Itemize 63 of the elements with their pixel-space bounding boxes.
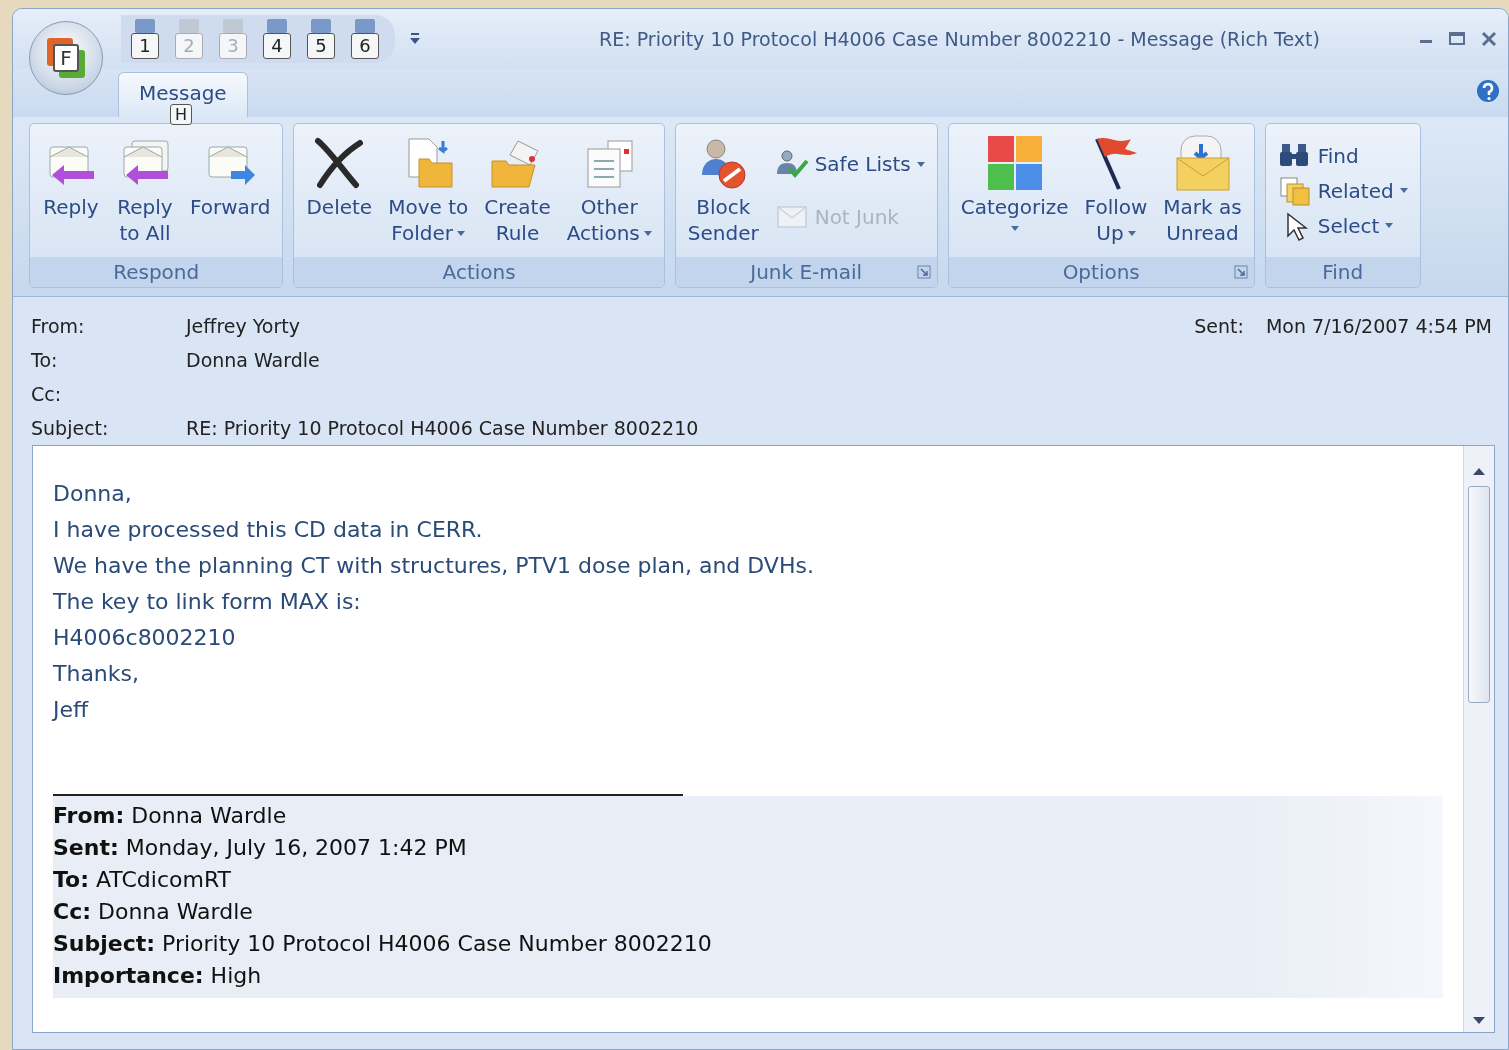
- ribbon-button[interactable]: Select: [1277, 209, 1408, 242]
- quoted-field: To: ATCdicomRT: [53, 864, 1443, 896]
- caret-icon: [1399, 188, 1408, 193]
- scrollbar[interactable]: [1463, 446, 1494, 1032]
- scroll-thumb[interactable]: [1468, 486, 1490, 703]
- ribbon-button[interactable]: Block Sender: [681, 128, 765, 257]
- group-label: Actions: [442, 260, 516, 284]
- ribbon-button[interactable]: Find: [1277, 139, 1408, 172]
- dialog-launcher-icon[interactable]: [1233, 265, 1248, 279]
- message-line: H4006c8002210: [53, 624, 237, 652]
- group-label: Junk E-mail: [750, 260, 863, 284]
- message-line: I have processed this CD data in CERR.: [53, 516, 484, 544]
- quoted-field: From: Donna Wardle: [53, 800, 1443, 832]
- close-icon[interactable]: [1480, 30, 1498, 48]
- scroll-up-icon[interactable]: [1471, 466, 1487, 476]
- field-value: Donna Wardle: [186, 349, 320, 373]
- quoted-field: Sent: Monday, July 16, 2007 1:42 PM: [53, 832, 1443, 864]
- ribbon-button[interactable]: Related: [1277, 174, 1408, 207]
- caret-icon: [916, 161, 925, 167]
- field-label: Cc:: [31, 383, 63, 407]
- customize-icon[interactable]: [409, 32, 421, 46]
- ribbon-button[interactable]: Other Actions: [560, 128, 658, 257]
- message-line: We have the planning CT with structures, PTV1 dose plan, and DVHs.: [53, 552, 815, 580]
- ribbon-button[interactable]: Follow Up: [1078, 128, 1154, 257]
- field-label: Subject:: [31, 417, 110, 441]
- quoted-field: Cc: Donna Wardle: [53, 896, 1443, 928]
- message-line: Jeff: [53, 696, 90, 724]
- field-value: Jeffrey Yorty: [186, 315, 300, 339]
- group-label: Respond: [113, 260, 200, 284]
- caret-icon: [1010, 226, 1019, 231]
- field-label: Sent:: [1194, 315, 1244, 337]
- field-label: From:: [31, 315, 86, 339]
- ribbon-button[interactable]: Forward: [184, 128, 277, 257]
- quoted-field: Importance: High: [53, 960, 1443, 992]
- caret-icon: [457, 230, 466, 236]
- window-title: RE: Priority 10 Protocol H4006 Case Number 8002210 - Message (Rich Text): [598, 28, 1321, 50]
- field-label: To:: [31, 349, 59, 373]
- ribbon-button[interactable]: Reply: [36, 128, 106, 257]
- field-value: RE: Priority 10 Protocol H4006 Case Number 8002210: [186, 417, 699, 441]
- group-label: Options: [1062, 260, 1140, 284]
- scroll-down-icon[interactable]: [1471, 1016, 1487, 1026]
- color-grid-icon: [985, 134, 1044, 192]
- quoted-field: Subject: Priority 10 Protocol H4006 Case Number 8002210: [53, 928, 1443, 960]
- key-tip: H: [170, 104, 193, 125]
- maximize-icon[interactable]: [1448, 31, 1466, 47]
- caret-icon: [643, 230, 652, 236]
- ribbon-button[interactable]: Create Rule: [478, 128, 557, 257]
- caret-icon: [1385, 223, 1394, 228]
- ribbon-button[interactable]: Delete: [300, 128, 379, 257]
- field-value: Mon 7/16/2007 4:54 PM: [1265, 315, 1492, 337]
- documents-icon: [1277, 174, 1312, 207]
- ribbon-button[interactable]: Move to Folder: [382, 128, 475, 257]
- ribbon-button[interactable]: Reply to All: [110, 128, 180, 257]
- message-line: The key to link form MAX is:: [53, 588, 362, 616]
- dialog-launcher-icon[interactable]: [916, 265, 931, 279]
- ribbon-button[interactable]: Categorize: [954, 128, 1075, 257]
- caret-icon: [1127, 230, 1136, 236]
- message-line: Donna,: [53, 480, 133, 508]
- ribbon-button[interactable]: Safe Lists: [774, 148, 925, 181]
- ribbon-button[interactable]: Mark as Unread: [1157, 128, 1248, 257]
- help-icon[interactable]: [1474, 77, 1502, 105]
- group-label: Find: [1322, 260, 1364, 284]
- message-line: Thanks,: [53, 660, 140, 688]
